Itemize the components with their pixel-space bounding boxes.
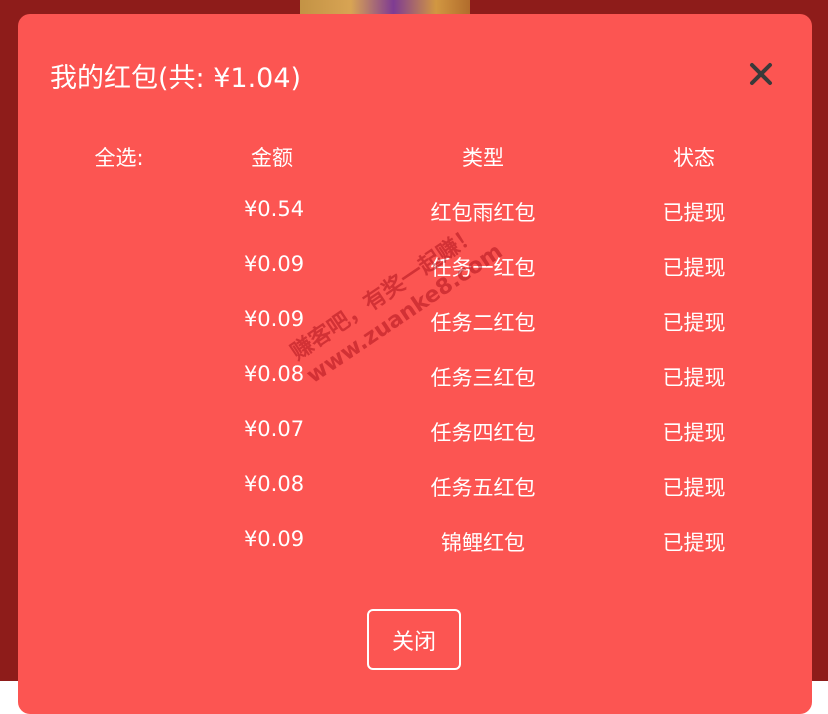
table-row: ¥0.54 红包雨红包 已提现 (18, 197, 812, 252)
status-cell: 已提现 (662, 256, 726, 280)
status-cell: 已提现 (662, 366, 726, 390)
type-cell: 任务四红包 (430, 421, 536, 445)
type-cell: 任务一红包 (430, 256, 536, 280)
status-cell: 已提现 (662, 421, 726, 445)
column-header-type: 类型 (462, 146, 504, 170)
table-row: ¥0.07 任务四红包 已提现 (18, 417, 812, 472)
modal-title: 我的红包(共: ¥1.04) (50, 63, 302, 94)
amount-cell: ¥0.08 (243, 362, 305, 386)
status-cell: 已提现 (662, 311, 726, 335)
table-row: ¥0.08 任务三红包 已提现 (18, 362, 812, 417)
table-row: ¥0.09 任务一红包 已提现 (18, 252, 812, 307)
amount-cell: ¥0.09 (243, 307, 305, 331)
amount-cell: ¥0.54 (243, 197, 305, 221)
close-button[interactable]: 关闭 (367, 609, 461, 670)
amount-cell: ¥0.08 (243, 472, 305, 496)
type-cell: 锦鲤红包 (441, 531, 525, 555)
amount-cell: ¥0.09 (243, 527, 305, 551)
table-row: ¥0.09 任务二红包 已提现 (18, 307, 812, 362)
select-all-label[interactable]: 全选: (94, 142, 143, 172)
column-header-status: 状态 (673, 146, 715, 170)
table-row: ¥0.09 锦鲤红包 已提现 (18, 527, 812, 582)
status-cell: 已提现 (662, 476, 726, 500)
red-packet-modal: 我的红包(共: ¥1.04) 全选: 金额 类型 状态 ¥0.54 红包雨红包 … (18, 14, 812, 714)
table-row: ¥0.08 任务五红包 已提现 (18, 472, 812, 527)
column-header-amount: 金额 (251, 146, 293, 170)
status-cell: 已提现 (662, 201, 726, 225)
close-icon[interactable] (745, 58, 777, 90)
type-cell: 任务二红包 (430, 311, 536, 335)
status-cell: 已提现 (662, 531, 726, 555)
amount-cell: ¥0.07 (243, 417, 305, 441)
amount-cell: ¥0.09 (243, 252, 305, 276)
type-cell: 红包雨红包 (430, 201, 536, 225)
type-cell: 任务五红包 (430, 476, 536, 500)
type-cell: 任务三红包 (430, 366, 536, 390)
